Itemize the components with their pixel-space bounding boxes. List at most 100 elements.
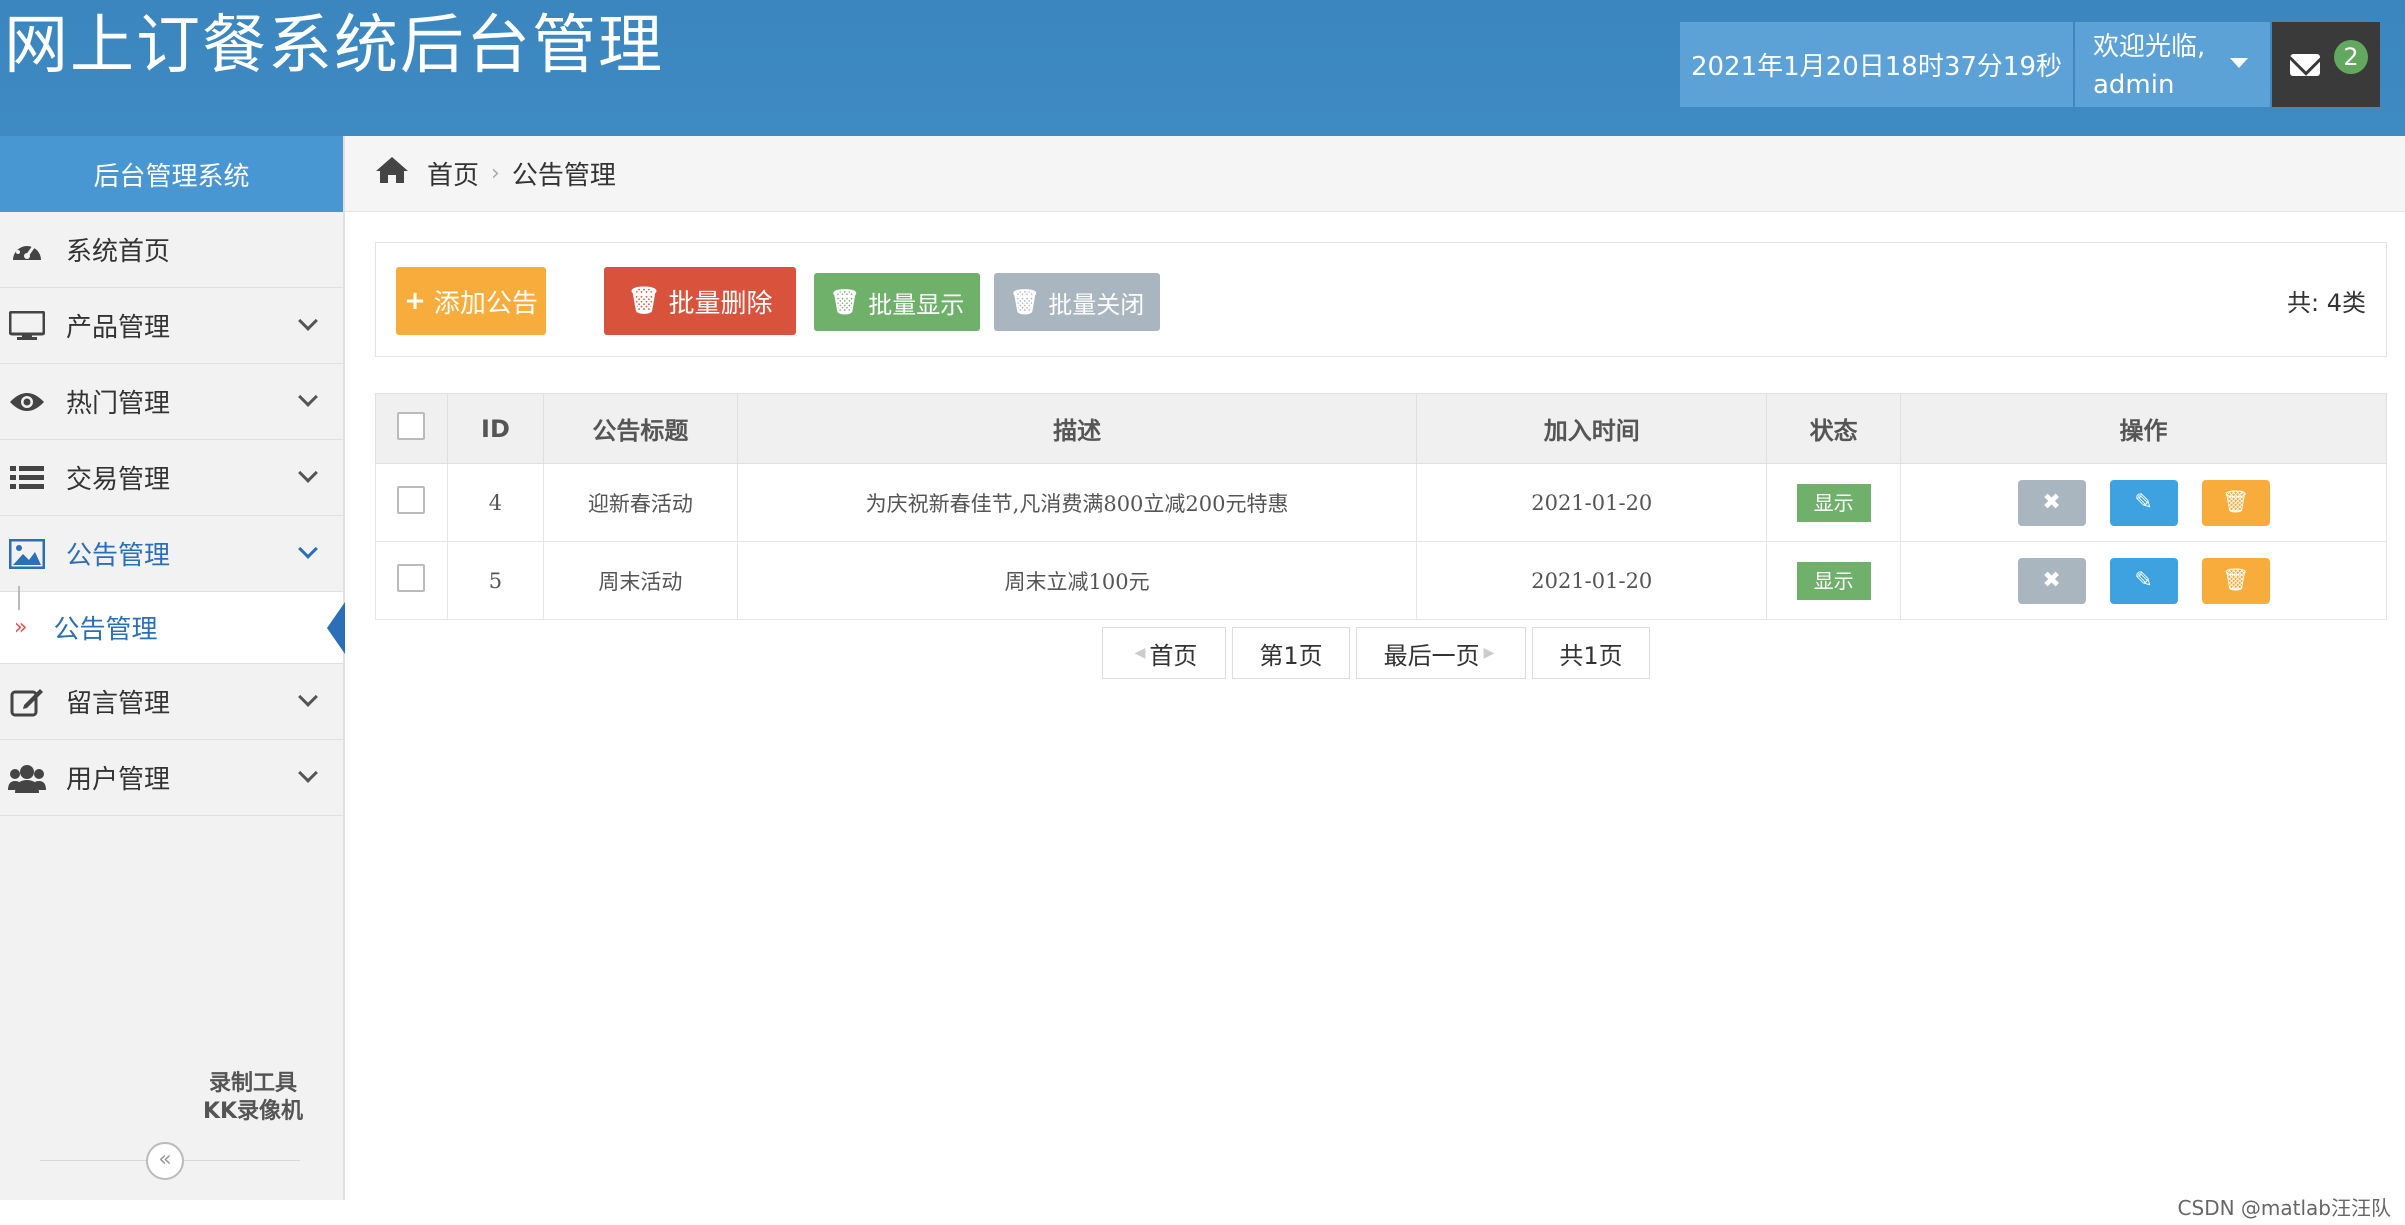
last-page-button[interactable]: 最后一页 ▶ — [1356, 627, 1526, 679]
column-header: 公告标题 — [542, 393, 738, 464]
close-icon: ✖ — [2042, 568, 2061, 593]
user-menu[interactable]: 欢迎光临, admin — [2075, 22, 2270, 107]
picture-icon — [8, 538, 46, 570]
disable-button[interactable]: ✖ — [2017, 479, 2086, 526]
edit-icon — [8, 686, 46, 718]
breadcrumb-home-link[interactable]: 首页 — [427, 155, 479, 192]
sidebar-item-home[interactable]: 系统首页 — [0, 212, 343, 288]
triangle-right-icon: ▶ — [1483, 645, 1495, 661]
first-page-label: 首页 — [1149, 641, 1198, 670]
disable-button[interactable]: ✖ — [2017, 557, 2086, 604]
row-select-cell — [375, 541, 448, 620]
status-cell: 显示 — [1766, 541, 1902, 620]
add-announcement-button[interactable]: + 添加公告 — [396, 267, 546, 335]
home-icon[interactable] — [375, 156, 409, 191]
table-row: 4 迎新春活动 为庆祝新春佳节,凡消费满800立减200元特惠 2021-01-… — [375, 463, 2387, 542]
actions-cell: ✖ ✎ 🗑 — [1900, 463, 2387, 542]
last-page-label: 最后一页 — [1383, 641, 1480, 670]
status-cell: 显示 — [1766, 463, 1902, 542]
envelope-icon — [2290, 54, 2320, 76]
table-row: 5 周末活动 周末立减100元 2021-01-20 显示 ✖ ✎ 🗑 — [375, 541, 2387, 620]
title-cell: 迎新春活动 — [542, 463, 738, 542]
select-all-cell — [375, 393, 448, 464]
first-page-button[interactable]: ◀ 首页 — [1102, 627, 1226, 679]
sidebar-item-users[interactable]: 用户管理 — [0, 740, 343, 816]
sidebar-subitem-announcements[interactable]: » 公告管理 — [0, 586, 345, 664]
dashboard-icon — [8, 234, 46, 266]
title-cell: 周末活动 — [542, 541, 738, 620]
description-cell: 为庆祝新春佳节,凡消费满800立减200元特惠 — [736, 463, 1418, 542]
row-select-cell — [375, 463, 448, 542]
edit-button[interactable]: ✎ — [2109, 479, 2178, 526]
batch-show-button[interactable]: 🗑 批量显示 — [814, 273, 980, 331]
collapse-sidebar-button[interactable]: « — [146, 1142, 184, 1180]
sidebar-subitem-label: 公告管理 — [53, 615, 158, 645]
column-header: 加入时间 — [1416, 393, 1768, 464]
sidebar-item-hot[interactable]: 热门管理 — [0, 364, 343, 440]
id-cell: 5 — [446, 541, 544, 620]
description-cell: 周末立减100元 — [736, 541, 1418, 620]
batch-delete-label: 批量删除 — [668, 288, 773, 319]
edit-icon: ✎ — [2134, 568, 2153, 593]
triangle-left-icon: ◀ — [1134, 645, 1146, 661]
pagination: ◀ 首页 第1页 最后一页 ▶ 共1页 — [1102, 627, 1656, 679]
date-cell: 2021-01-20 — [1416, 541, 1768, 620]
column-header: 描述 — [736, 393, 1418, 464]
total-pages: 共1页 — [1532, 627, 1650, 679]
sidebar-item-trade[interactable]: 交易管理 — [0, 440, 343, 516]
sidebar-item-label: 交易管理 — [66, 465, 171, 495]
sidebar-item-products[interactable]: 产品管理 — [0, 288, 343, 364]
date-cell: 2021-01-20 — [1416, 463, 1768, 542]
sidebar-item-announcements[interactable]: 公告管理 — [0, 516, 343, 592]
chevron-down-icon — [298, 687, 318, 707]
select-all-checkbox[interactable] — [397, 411, 426, 440]
column-header: 操作 — [1900, 393, 2387, 464]
close-icon: ✖ — [2042, 490, 2061, 515]
double-chevron-icon: » — [14, 615, 28, 640]
batch-delete-button[interactable]: 🗑 批量删除 — [604, 267, 796, 335]
batch-show-label: 批量显示 — [868, 290, 965, 319]
watermark-line2: KK录像机 — [202, 1099, 304, 1124]
chevron-down-icon — [298, 311, 318, 331]
sidebar: 后台管理系统 系统首页 产品管理 热门管理 交易管理 公告管理 » 公告管理 留… — [0, 136, 345, 1200]
users-icon — [8, 762, 46, 794]
breadcrumb-separator: › — [491, 161, 500, 186]
row-checkbox[interactable] — [397, 486, 426, 514]
batch-hide-button[interactable]: 🗑 批量关闭 — [994, 273, 1160, 331]
batch-hide-label: 批量关闭 — [1048, 290, 1145, 319]
sidebar-title: 后台管理系统 — [0, 136, 343, 212]
trash-icon: 🗑 — [627, 286, 661, 316]
add-announcement-label: 添加公告 — [433, 288, 538, 319]
breadcrumb: 首页 › 公告管理 — [345, 136, 2405, 212]
chevron-down-icon — [298, 463, 318, 483]
delete-button[interactable]: 🗑 — [2201, 479, 2270, 526]
status-badge[interactable]: 显示 — [1796, 561, 1871, 600]
delete-button[interactable]: 🗑 — [2201, 557, 2270, 604]
total-count: 共: 4类 — [2287, 289, 2366, 317]
sidebar-item-label: 系统首页 — [66, 237, 171, 267]
sidebar-item-messages[interactable]: 留言管理 — [0, 664, 343, 740]
mail-button[interactable]: 2 — [2272, 22, 2380, 107]
mail-count-badge: 2 — [2334, 40, 2368, 74]
datetime-display: 2021年1月20日18时37分19秒 — [1680, 22, 2073, 107]
edit-button[interactable]: ✎ — [2109, 557, 2178, 604]
current-page-button[interactable]: 第1页 — [1232, 627, 1350, 679]
sidebar-item-label: 热门管理 — [66, 389, 171, 419]
app-title: 网上订餐系统后台管理 — [4, 9, 664, 83]
username: admin — [2093, 70, 2175, 100]
csdn-credit: CSDN @matlab汪汪队 — [2177, 1196, 2391, 1220]
active-pointer-icon — [327, 602, 345, 654]
sidebar-item-label: 留言管理 — [66, 689, 171, 719]
sidebar-item-label: 公告管理 — [66, 541, 171, 571]
sidebar-item-label: 产品管理 — [66, 313, 171, 343]
row-checkbox[interactable] — [397, 564, 426, 592]
eye-icon — [8, 386, 46, 418]
status-badge[interactable]: 显示 — [1796, 483, 1871, 522]
monitor-icon — [8, 310, 46, 342]
sidebar-item-label: 用户管理 — [66, 765, 171, 795]
caret-down-icon — [2230, 58, 2248, 68]
edit-icon: ✎ — [2134, 490, 2153, 515]
id-cell: 4 — [446, 463, 544, 542]
chevron-down-icon — [298, 539, 318, 559]
trash-icon: 🗑 — [1009, 288, 1041, 316]
